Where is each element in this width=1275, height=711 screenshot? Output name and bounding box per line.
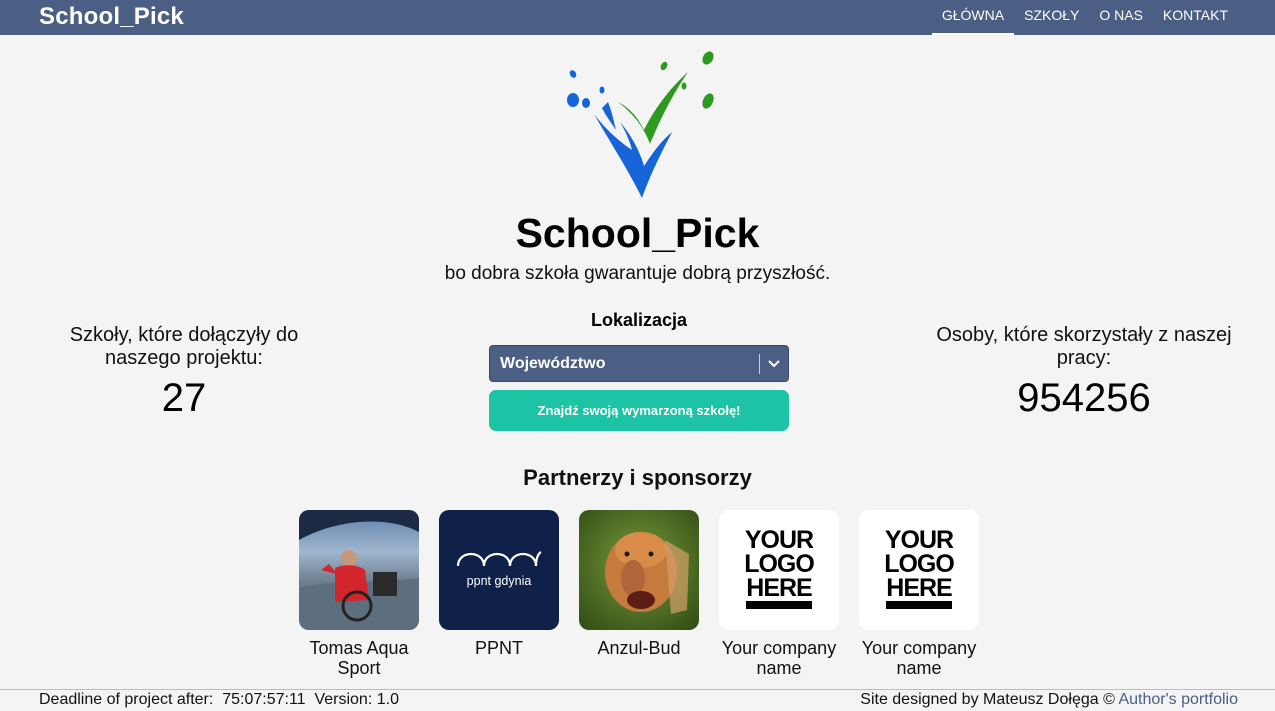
logo-underline — [886, 601, 952, 609]
partner-name: PPNT — [474, 638, 523, 658]
nav-item-kontakt[interactable]: KONTAKT — [1153, 0, 1238, 35]
checkmark-splash-logo-icon — [567, 51, 714, 198]
brand-logo[interactable]: School_Pick — [39, 3, 184, 31]
partner-name: Tomas Aqua Sport — [309, 638, 409, 678]
partners-heading: Partnerzy i sponsorzy — [523, 465, 752, 490]
nav-item-o-nas[interactable]: O NAS — [1089, 0, 1153, 35]
schools-stat-label: Szkoły, które dołączyły do naszego proje… — [69, 324, 299, 369]
ppnt-logo-text: ppnt gdynia — [467, 574, 532, 588]
deadline-countdown: 75:07:57:11 — [222, 691, 306, 708]
ppnt-logo-icon: ppnt gdynia — [456, 550, 542, 588]
partner-card[interactable]: Anzul-Bud — [579, 510, 699, 658]
deadline-label: Deadline of project after: — [39, 691, 214, 708]
users-stat-label: Osoby, które skorzystały z naszej pracy: — [936, 324, 1232, 369]
partner-card[interactable]: YOUR LOGO HERE Your company name — [859, 510, 979, 678]
nav-item-szkoly[interactable]: SZKOŁY — [1014, 0, 1089, 35]
portfolio-link[interactable]: Author's portfolio — [1118, 691, 1238, 708]
users-stat-value: 954256 — [1017, 376, 1151, 420]
users-stat: Osoby, które skorzystały z naszej pracy:… — [934, 324, 1234, 421]
partner-card[interactable]: Tomas Aqua Sport — [299, 510, 419, 678]
partner-logo-image — [299, 510, 419, 630]
chevron-down-icon[interactable] — [767, 356, 781, 370]
footer-deadline: Deadline of project after: 75:07:57:11 V… — [39, 691, 399, 709]
schools-stat: Szkoły, które dołączyły do naszego proje… — [34, 324, 334, 421]
credit-text: Site designed by Mateusz Dołęga © — [860, 691, 1115, 708]
select-divider — [759, 354, 760, 374]
version-label: Version: — [314, 691, 373, 708]
main-nav: GŁÓWNA SZKOŁY O NAS KONTAKT — [931, 0, 1238, 35]
footer-divider — [0, 689, 1275, 690]
placeholder-logo-text: YOUR LOGO HERE — [744, 526, 815, 602]
partner-name: Your company name — [721, 638, 837, 678]
page-title: School_Pick — [515, 210, 760, 256]
page-tagline: bo dobra szkoła gwarantuje dobrą przyszł… — [444, 263, 831, 284]
voivodeship-select[interactable]: Województwo — [489, 345, 789, 382]
top-navbar: School_Pick GŁÓWNA SZKOŁY O NAS KONTAKT — [0, 0, 1275, 35]
placeholder-logo: YOUR LOGO HERE — [859, 510, 979, 630]
version-value: 1.0 — [376, 691, 399, 708]
nav-item-glowna[interactable]: GŁÓWNA — [931, 0, 1015, 35]
schools-stat-value: 27 — [161, 376, 207, 420]
partner-card[interactable]: YOUR LOGO HERE Your company name — [719, 510, 839, 678]
partner-card[interactable]: ppnt gdynia PPNT — [439, 510, 559, 658]
logo-underline — [746, 601, 812, 609]
partner-logo-image — [579, 510, 699, 630]
partner-logo-image: ppnt gdynia — [439, 510, 559, 630]
partner-name: Your company name — [861, 638, 977, 678]
voivodeship-select-value: Województwo — [500, 355, 606, 372]
placeholder-logo-text: YOUR LOGO HERE — [884, 526, 955, 602]
find-school-button[interactable]: Znajdź swoją wymarzoną szkołę! — [489, 390, 789, 431]
footer-credit: Site designed by Mateusz Dołęga © Author… — [860, 691, 1238, 709]
location-label: Lokalizacja — [590, 310, 688, 330]
partner-name: Anzul-Bud — [597, 638, 681, 658]
placeholder-logo: YOUR LOGO HERE — [719, 510, 839, 630]
